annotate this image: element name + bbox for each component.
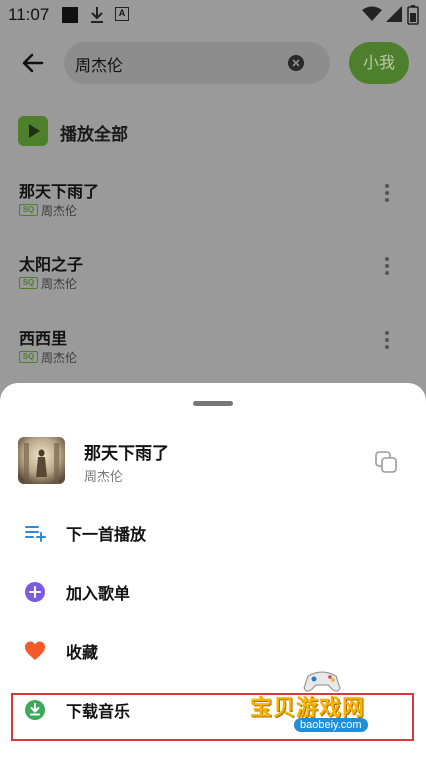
list-item[interactable]: 太阳之子 SQ 周杰伦 (0, 251, 426, 311)
album-art-image (18, 437, 65, 484)
quality-badge: SQ (19, 204, 38, 216)
heart-icon (25, 641, 45, 660)
action-label: 下一首播放 (66, 525, 147, 544)
song-list: 播放全部 那天下雨了 SQ 周杰伦 太阳之子 SQ 周杰伦 西西里 SQ 周杰伦 (0, 94, 426, 394)
download-status-icon (91, 7, 103, 23)
album-cover (18, 437, 65, 484)
notification-a-icon: A (115, 7, 129, 21)
back-arrow-icon[interactable] (18, 48, 48, 78)
action-play-next[interactable]: 下一首播放 (0, 509, 426, 559)
quality-badge: SQ (19, 351, 38, 363)
watermark-url: baobeiy.com (294, 718, 368, 732)
more-options-icon[interactable] (381, 331, 393, 353)
sheet-song-artist: 周杰伦 (84, 470, 124, 485)
clear-icon[interactable] (288, 55, 304, 71)
status-time: 11:07 (8, 5, 50, 24)
list-item[interactable]: 西西里 SQ 周杰伦 (0, 325, 426, 385)
action-label: 加入歌单 (66, 584, 131, 603)
search-header: 周杰伦 小我 (0, 32, 426, 94)
action-label: 收藏 (66, 643, 99, 662)
search-input[interactable]: 周杰伦 (64, 42, 330, 84)
site-watermark: 宝贝游戏网 baobeiy.com (248, 664, 398, 754)
play-icon (18, 116, 48, 146)
song-title: 西西里 (19, 329, 68, 348)
play-next-icon (25, 526, 46, 542)
add-to-playlist-icon (25, 582, 45, 602)
list-item[interactable]: 那天下雨了 SQ 周杰伦 (0, 178, 426, 238)
copy-icon[interactable] (374, 450, 398, 474)
song-title: 那天下雨了 (19, 182, 100, 201)
song-artist: 周杰伦 (41, 204, 78, 218)
signal-icon (386, 6, 402, 22)
notification-app-icon (62, 7, 78, 23)
drag-handle[interactable] (193, 401, 233, 406)
wifi-icon (362, 6, 382, 21)
action-add-to-playlist[interactable]: 加入歌单 (0, 568, 426, 618)
more-options-icon[interactable] (381, 257, 393, 279)
song-artist: 周杰伦 (41, 351, 78, 365)
song-title: 太阳之子 (19, 255, 84, 274)
quality-badge: SQ (19, 277, 38, 289)
search-query-text: 周杰伦 (75, 56, 124, 75)
sheet-song-title: 那天下雨了 (84, 444, 169, 464)
play-all-label: 播放全部 (60, 125, 128, 145)
battery-icon (407, 5, 419, 25)
search-submit-button[interactable]: 小我 (349, 42, 409, 84)
song-artist: 周杰伦 (41, 277, 78, 291)
more-options-icon[interactable] (381, 184, 393, 206)
status-bar: 11:07 A (0, 0, 426, 32)
